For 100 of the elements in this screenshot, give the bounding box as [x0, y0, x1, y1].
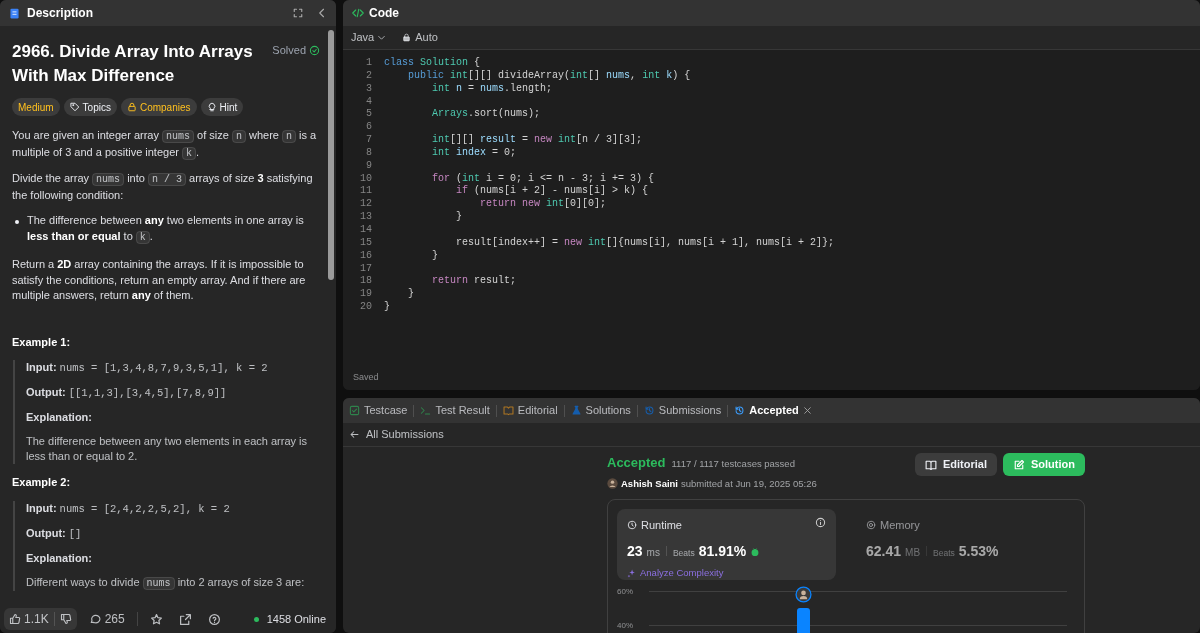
back-link[interactable]: All Submissions [343, 423, 1200, 447]
info-icon[interactable] [815, 516, 826, 528]
beats-percent: 81.91% [698, 542, 747, 562]
flask-icon [570, 405, 582, 416]
close-icon[interactable] [802, 406, 812, 415]
user-name[interactable]: Ashish Saini [621, 476, 678, 491]
tag-chip[interactable]: Hint [200, 98, 244, 116]
line-number: 7 [365, 134, 373, 147]
arrow-left-icon [349, 429, 360, 440]
online-count: 1458 Online [266, 611, 326, 627]
code-line: } [407, 288, 414, 302]
avatar-icon [795, 585, 812, 603]
book-icon [925, 458, 937, 471]
comments-button[interactable]: 265 [84, 610, 129, 628]
history-icon [643, 405, 655, 416]
paragraph: Return a 2D array containing the arrays. If it is impossible to satisfy the conditions, return an empty array. And if there are multiple answers, return any of them. [12, 257, 307, 303]
tag-chip[interactable]: Medium [12, 98, 60, 116]
example-output-text: Output: [] [26, 525, 83, 542]
beats-percent: 5.53% [958, 542, 999, 562]
beats-label: Beats [933, 547, 955, 560]
line-number: 2 [365, 69, 373, 83]
language-dropdown[interactable]: Java [351, 29, 387, 46]
editorial-button[interactable]: Editorial [915, 453, 997, 476]
line-number: 18 [359, 275, 373, 289]
panel-tab[interactable]: Solutions [570, 402, 631, 419]
tag-chip[interactable]: Companies [120, 98, 197, 116]
explanation-label: Explanation: [26, 550, 93, 566]
line-number: 5 [365, 108, 373, 122]
code-line: if (nums[i + 2] - nums[i] > k) { [455, 185, 649, 198]
tag-chip[interactable]: Topics [63, 98, 117, 116]
thumbs-down-icon [59, 613, 72, 625]
line-number: 8 [365, 146, 373, 160]
code-line: public int[][] divideArray(int[] nums, int k) { [407, 69, 691, 83]
avatar-icon [607, 478, 618, 490]
line-number: 10 [359, 172, 373, 186]
code-line: class Solution { [384, 57, 481, 70]
problem-title: 2966. Divide Array Into Arrays With Max Difference [12, 41, 254, 87]
save-status: Saved [353, 370, 379, 384]
share-icon[interactable] [178, 612, 192, 626]
code-line: return result; [431, 275, 517, 289]
lightbulb-icon [206, 102, 217, 112]
scrollbar-thumb[interactable] [328, 30, 334, 280]
clock-icon [627, 520, 637, 530]
comment-icon [88, 613, 101, 625]
line-number: 3 [365, 82, 373, 96]
example-output-text: Output: [[1,1,3],[3,4,5],[7,8,9]] [26, 385, 228, 401]
panel-tab[interactable]: Description [27, 4, 93, 22]
code-line: result[index++] = new int[]{nums[i], nums[i + 1], nums[i + 2]}; [455, 236, 835, 250]
expand-icon[interactable] [292, 7, 304, 19]
stat-value: 62.41 [866, 542, 902, 562]
code-line: return new int[0][0]; [479, 198, 607, 212]
panel-tab[interactable]: Code [369, 4, 399, 22]
result-status: Accepted [607, 454, 666, 472]
explanation-label: Explanation: [26, 410, 93, 425]
lock-icon [126, 102, 137, 112]
code-line: } [384, 301, 390, 314]
document-icon [8, 6, 21, 20]
book-icon [502, 405, 514, 416]
example-title: Example 2: [12, 475, 72, 490]
explanation-text: The difference between any two elements in each array is less than or equal to 2. [26, 434, 309, 464]
testcases-count: 1117 / 1117 testcases passed [671, 457, 795, 471]
code-line: for (int i = 0; i <= n - 3; i += 3) { [431, 172, 655, 185]
stat-unit: ms [646, 546, 660, 561]
line-number: 16 [359, 249, 373, 263]
example-input-text: Input: nums = [1,3,4,8,7,9,3,5,1], k = 2 [26, 360, 269, 376]
stat-tile[interactable]: Runtime 23 ms Beats 81.91% Analyze Complexity [617, 508, 836, 580]
code-line: int[][] result = new int[n / 3][3]; [431, 134, 643, 147]
paragraph: You are given an integer array nums of size n where n is a multiple of 3 and a positive integer k . [12, 128, 318, 161]
stat-label: Memory [880, 517, 920, 533]
panel-tab[interactable]: Testcase [349, 402, 408, 419]
explanation-text: Different ways to divide nums into 2 arrays of size 3 are: [26, 574, 306, 591]
star-icon[interactable] [149, 612, 163, 626]
code-line: } [431, 249, 438, 263]
paragraph: Divide the array nums into n / 3 arrays of size 3 satisfying the following condition: [12, 171, 314, 203]
code-icon [351, 7, 365, 19]
panel-tab[interactable]: Accepted [734, 402, 799, 419]
line-number: 11 [359, 185, 373, 199]
submission-time: submitted at Jun 19, 2025 05:26 [681, 476, 817, 491]
line-number: 13 [359, 211, 373, 224]
example-input-text: Input: nums = [2,4,2,2,5,2], k = 2 [26, 500, 231, 517]
code-line: } [455, 211, 462, 224]
lock-icon [402, 33, 412, 42]
panel-tab[interactable]: Submissions [643, 402, 722, 419]
panel-tab[interactable]: Editorial [502, 402, 558, 419]
axis-tick-label: 60% [617, 585, 634, 598]
stat-tile[interactable]: Memory 62.41 MB Beats 5.53% [856, 508, 1075, 580]
example-title: Example 1: [12, 334, 72, 350]
edit-icon [1013, 458, 1025, 471]
thumbs-up-icon [9, 613, 21, 625]
panel-tab[interactable]: Test Result [420, 402, 490, 419]
line-number: 1 [365, 57, 373, 70]
chevron-down-icon [377, 33, 387, 42]
line-number: 19 [359, 288, 373, 302]
axis-tick-label: 40% [617, 619, 634, 632]
stat-unit: MB [905, 546, 921, 561]
line-number: 20 [359, 301, 373, 314]
line-number: 14 [359, 223, 373, 237]
line-number: 12 [359, 198, 373, 212]
bullet-icon [15, 220, 19, 224]
help-icon[interactable] [207, 612, 221, 626]
